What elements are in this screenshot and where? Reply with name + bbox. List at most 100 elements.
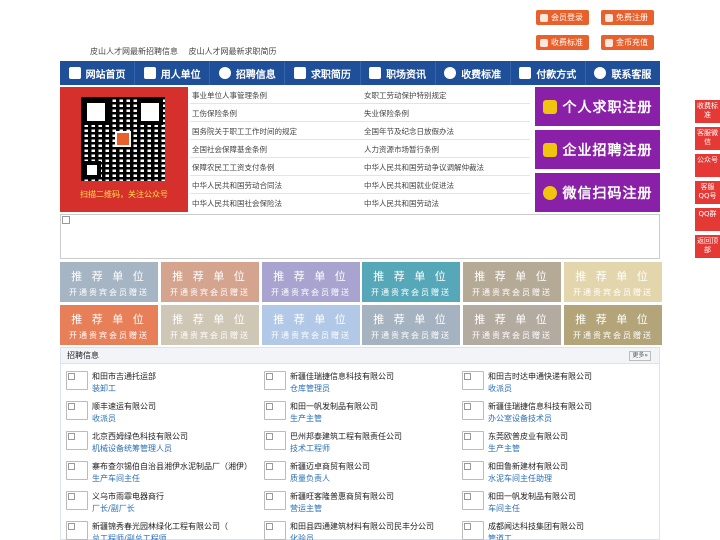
job-position[interactable]: 车间主任	[488, 503, 520, 514]
job-position[interactable]: 技术工程师	[290, 443, 330, 454]
law-link[interactable]: 全国社会保障基金条例	[192, 144, 267, 155]
law-link[interactable]: 工伤保险条例	[192, 108, 237, 119]
company-logo[interactable]	[264, 371, 286, 390]
company-name[interactable]: 顺丰速运有限公司	[92, 401, 156, 412]
job-position[interactable]: 收派员	[92, 413, 116, 424]
company-name[interactable]: 北京西姆绿色科技有限公司	[92, 431, 188, 442]
nav-resumes[interactable]: 求职简历	[285, 61, 361, 85]
side-pricing[interactable]: 收费标准	[695, 100, 720, 123]
nav-employers[interactable]: 用人单位	[135, 61, 211, 85]
company-logo[interactable]	[462, 401, 484, 420]
recommend-slot[interactable]: 推 荐 单 位开通贵宾会员赠送	[362, 262, 460, 302]
company-name[interactable]: 东莞欧普皮业有限公司	[488, 431, 568, 442]
job-position[interactable]: 质量负责人	[290, 473, 330, 484]
law-link[interactable]: 人力资源市场暂行条例	[364, 144, 439, 155]
company-name[interactable]: 和田市吉通托运部	[92, 371, 156, 382]
nav-service[interactable]: 联系客服	[586, 61, 660, 85]
job-position[interactable]: 管道工	[488, 533, 512, 540]
job-position[interactable]: 营运主管	[290, 503, 322, 514]
company-name[interactable]: 和田鲁新建材有限公司	[488, 461, 568, 472]
company-name[interactable]: 新疆佳瑞捷信息科技有限公司	[290, 371, 394, 382]
side-service-qq[interactable]: 客服QQ号	[695, 181, 720, 204]
job-position[interactable]: 化验员	[290, 533, 314, 540]
law-link[interactable]: 中华人民共和国社会保险法	[192, 198, 282, 209]
company-logo[interactable]	[462, 431, 484, 450]
personal-register-button[interactable]: 个人求职注册	[535, 87, 660, 126]
company-logo[interactable]	[264, 461, 286, 480]
company-logo[interactable]	[264, 431, 286, 450]
company-register-button[interactable]: 企业招聘注册	[535, 130, 660, 169]
company-name[interactable]: 寨布查尔锡伯自治县湘伊水泥制品厂（湘伊）	[92, 461, 252, 472]
recommend-slot[interactable]: 推 荐 单 位开通贵宾会员赠送	[463, 262, 561, 302]
company-name[interactable]: 和田县四通建筑材料有限公司民丰分公司	[290, 521, 434, 532]
nav-home[interactable]: 网站首页	[60, 61, 136, 85]
nav-pricing[interactable]: 收费标准	[436, 61, 511, 85]
pricing-button[interactable]: 收费标准	[536, 35, 589, 50]
company-logo[interactable]	[264, 491, 286, 510]
law-link[interactable]: 中华人民共和国劳动合同法	[192, 180, 282, 191]
job-position[interactable]: 仓库管理员	[290, 383, 330, 394]
top-link-jobs[interactable]: 皮山人才网最新招聘信息	[90, 47, 178, 56]
back-to-top[interactable]: 返回顶部	[695, 235, 720, 258]
company-name[interactable]: 义乌市雨霏电器商行	[92, 491, 164, 502]
law-link[interactable]: 中华人民共和国劳动法	[364, 198, 439, 209]
company-logo[interactable]	[66, 521, 88, 540]
job-position[interactable]: 生产主管	[488, 443, 520, 454]
company-name[interactable]: 和田吉时达申通快递有限公司	[488, 371, 592, 382]
law-link[interactable]: 中华人民共和国劳动争议调解仲裁法	[364, 162, 484, 173]
law-link[interactable]: 国务院关于职工工作时间的规定	[192, 126, 297, 137]
company-name[interactable]: 新疆锦秀春光园林绿化工程有限公司（	[92, 521, 228, 532]
recommend-slot[interactable]: 推 荐 单 位开通贵宾会员赠送	[161, 305, 259, 345]
company-name[interactable]: 成都闻达科技集团有限公司	[488, 521, 584, 532]
job-position[interactable]: 厂长/副厂长	[92, 503, 135, 514]
job-position[interactable]: 总工程师/副总工程师	[92, 533, 167, 540]
side-qq-group[interactable]: QQ群	[695, 208, 720, 231]
job-position[interactable]: 生产主管	[290, 413, 322, 424]
law-link[interactable]: 保障农民工工资支付条例	[192, 162, 275, 173]
recommend-slot[interactable]: 推 荐 单 位开通贵宾会员赠送	[564, 305, 662, 345]
job-position[interactable]: 生产车间主任	[92, 473, 140, 484]
recommend-slot[interactable]: 推 荐 单 位开通贵宾会员赠送	[463, 305, 561, 345]
recommend-slot[interactable]: 推 荐 单 位开通贵宾会员赠送	[362, 305, 460, 345]
more-link[interactable]: 更多»	[629, 351, 651, 361]
recommend-slot[interactable]: 推 荐 单 位开通贵宾会员赠送	[564, 262, 662, 302]
login-button[interactable]: 会员登录	[536, 10, 589, 25]
company-name[interactable]: 和田一帆发制品有限公司	[488, 491, 576, 502]
recommend-slot[interactable]: 推 荐 单 位开通贵宾会员赠送	[161, 262, 259, 302]
register-button[interactable]: 免费注册	[601, 10, 654, 25]
law-link[interactable]: 事业单位人事管理条例	[192, 90, 267, 101]
banner-ad[interactable]	[60, 214, 660, 259]
company-name[interactable]: 新疆迈卓商贸有限公司	[290, 461, 370, 472]
company-name[interactable]: 巴州邦泰建筑工程有限责任公司	[290, 431, 402, 442]
recharge-button[interactable]: 金币充值	[601, 35, 654, 50]
company-logo[interactable]	[66, 371, 88, 390]
company-logo[interactable]	[66, 461, 88, 480]
nav-news[interactable]: 职场资讯	[361, 61, 436, 85]
law-link[interactable]: 全国年节及纪念日放假办法	[364, 126, 454, 137]
company-logo[interactable]	[264, 521, 286, 540]
side-official-account[interactable]: 公众号	[695, 154, 720, 177]
job-position[interactable]: 机械设备统筹管理人员	[92, 443, 172, 454]
job-position[interactable]: 收派员	[488, 383, 512, 394]
company-logo[interactable]	[462, 521, 484, 540]
company-name[interactable]: 新疆佳瑞捷信息科技有限公司	[488, 401, 592, 412]
law-link[interactable]: 失业保险条例	[364, 108, 409, 119]
company-logo[interactable]	[66, 401, 88, 420]
job-position[interactable]: 水泥车间主任助理	[488, 473, 552, 484]
law-link[interactable]: 女职工劳动保护特别规定	[364, 90, 447, 101]
top-link-resumes[interactable]: 皮山人才网最新求职简历	[189, 47, 277, 56]
recommend-slot[interactable]: 推 荐 单 位开通贵宾会员赠送	[262, 305, 360, 345]
company-name[interactable]: 和田一帆发制品有限公司	[290, 401, 378, 412]
company-logo[interactable]	[462, 461, 484, 480]
law-link[interactable]: 中华人民共和国就业促进法	[364, 180, 454, 191]
company-logo[interactable]	[66, 431, 88, 450]
company-logo[interactable]	[462, 371, 484, 390]
company-name[interactable]: 新疆旺客隆普惠商贸有限公司	[290, 491, 394, 502]
recommend-slot[interactable]: 推 荐 单 位开通贵宾会员赠送	[60, 262, 158, 302]
job-position[interactable]: 装卸工	[92, 383, 116, 394]
job-position[interactable]: 办公室设备技术员	[488, 413, 552, 424]
company-logo[interactable]	[264, 401, 286, 420]
recommend-slot[interactable]: 推 荐 单 位开通贵宾会员赠送	[262, 262, 360, 302]
wechat-register-button[interactable]: 微信扫码注册	[535, 173, 660, 212]
company-logo[interactable]	[66, 491, 88, 510]
